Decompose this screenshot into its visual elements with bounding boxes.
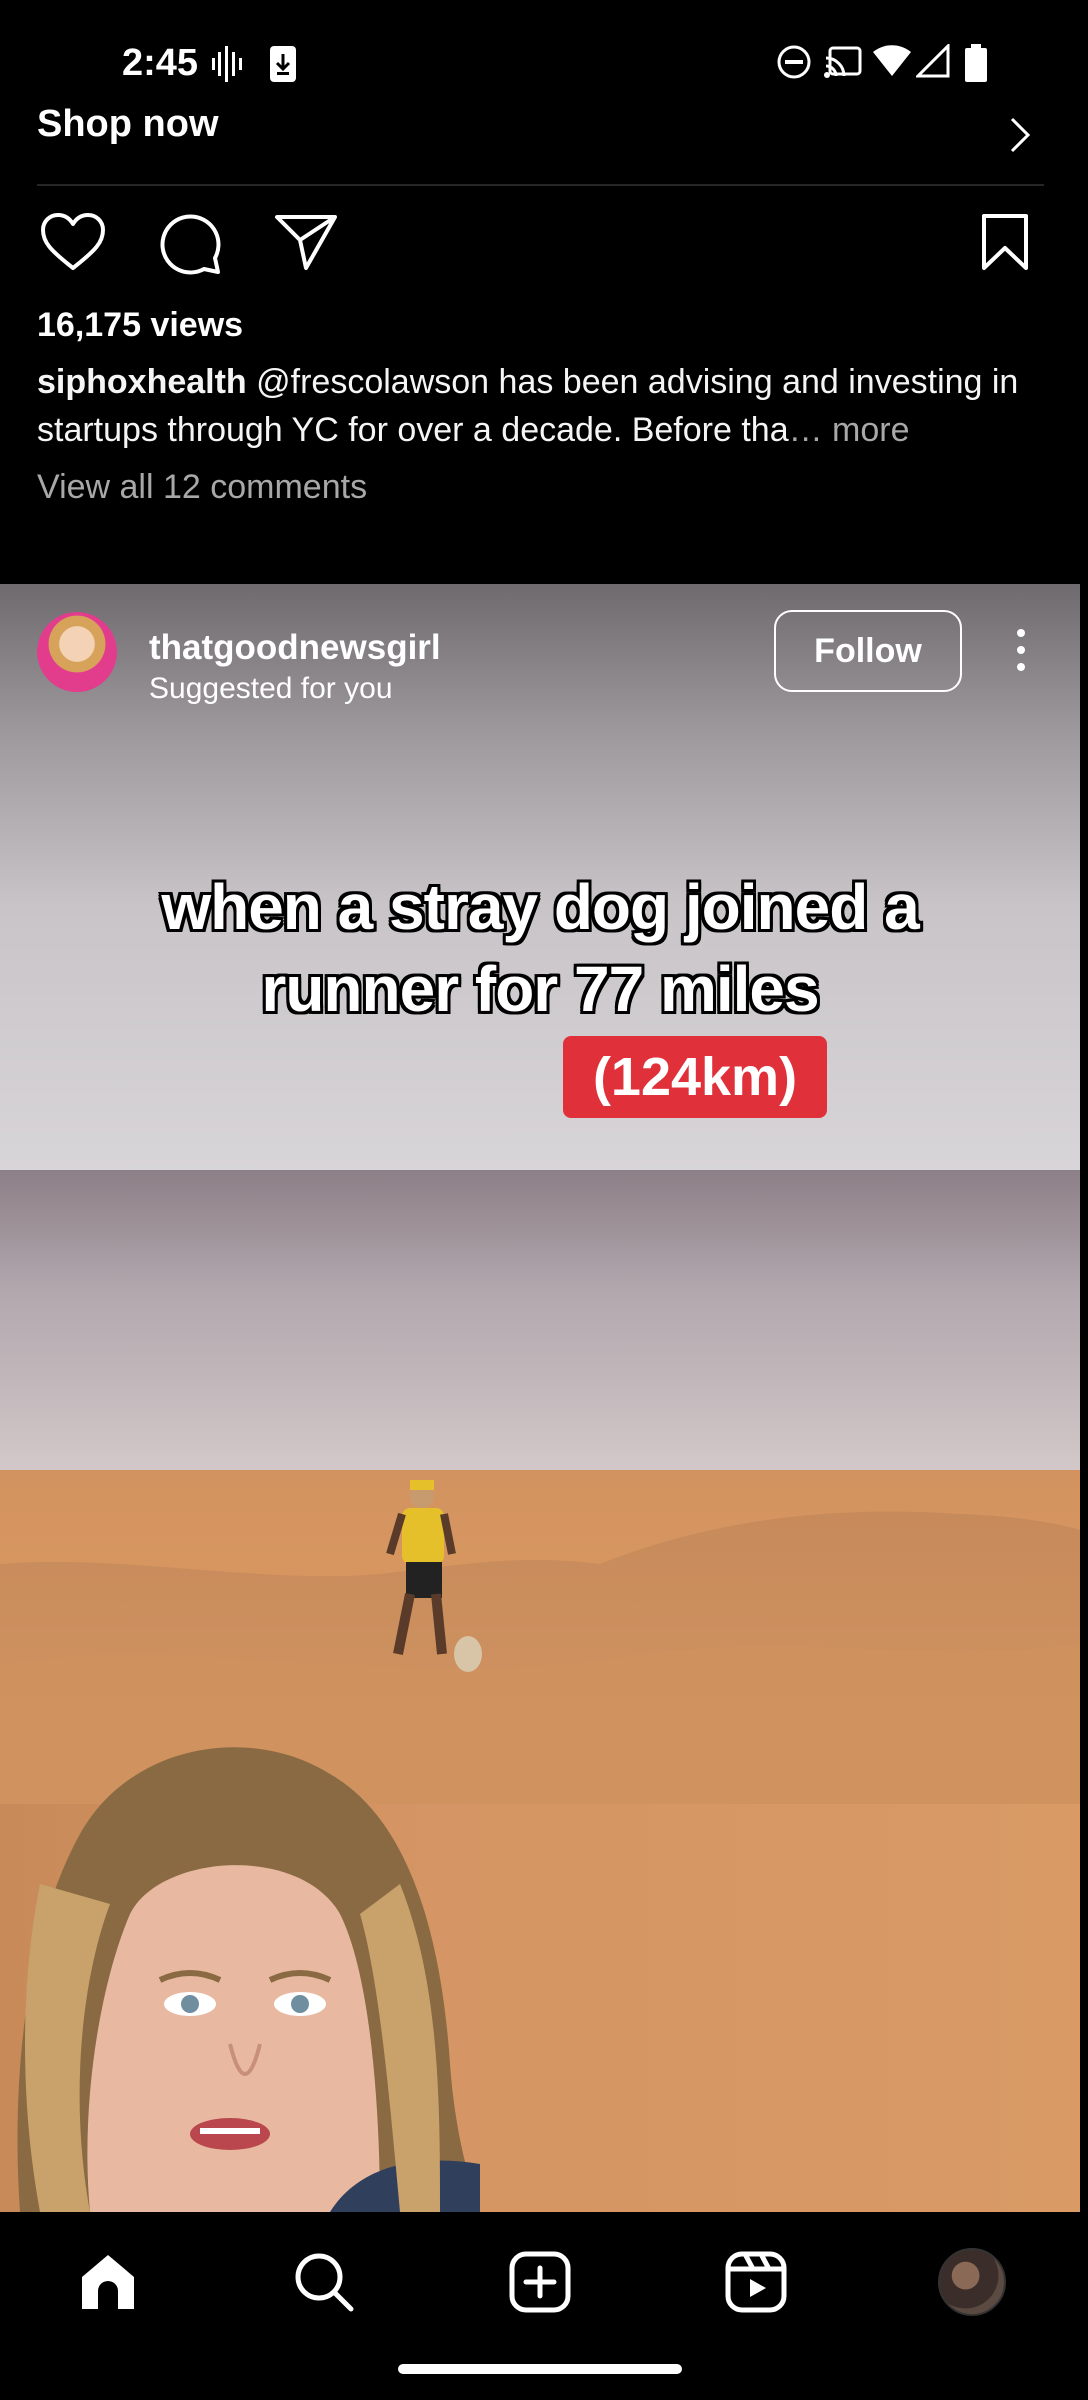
divider: [37, 184, 1044, 186]
presenter-face-image: [17, 1747, 480, 2212]
comment-icon[interactable]: [158, 212, 222, 276]
nav-search[interactable]: [284, 2242, 364, 2322]
create-icon: [509, 2251, 571, 2313]
overlay-line-1: when a stray dog joined a: [161, 871, 919, 943]
status-time: 2:45: [122, 42, 199, 84]
overlay-line-2: runner for 77 miles: [261, 953, 819, 1025]
more-options-icon[interactable]: [1006, 624, 1036, 680]
share-send-icon[interactable]: [274, 212, 338, 272]
chevron-right-icon: [1010, 117, 1031, 153]
nav-create[interactable]: [500, 2242, 580, 2322]
vibrate-icon: [212, 46, 242, 82]
dnd-icon: [777, 45, 811, 79]
nav-home[interactable]: [68, 2242, 148, 2322]
view-comments-link[interactable]: View all 12 comments: [37, 468, 367, 507]
caption-username[interactable]: siphoxhealth: [37, 363, 247, 401]
distance-badge: (124km): [563, 1036, 827, 1118]
nav-profile[interactable]: [932, 2242, 1012, 2322]
suggested-post: thatgoodnewsgirl Suggested for you Follo…: [0, 584, 1080, 2212]
caption-more-link[interactable]: more: [823, 411, 909, 449]
download-icon: [270, 46, 296, 82]
follow-button[interactable]: Follow: [774, 610, 962, 692]
post-caption: siphoxhealth @frescolawson has been advi…: [37, 358, 1047, 454]
view-count: 16,175 views: [37, 306, 244, 344]
video-overlay-caption: when a stray dog joined a runner for 77 …: [0, 866, 1080, 1030]
post-author-avatar[interactable]: [37, 612, 117, 692]
shop-now-row[interactable]: Shop now: [0, 105, 1088, 185]
home-indicator[interactable]: [398, 2364, 682, 2374]
shop-now-label: Shop now: [37, 105, 219, 145]
reels-icon: [725, 2251, 787, 2313]
cast-icon: [824, 46, 862, 78]
post-username[interactable]: thatgoodnewsgirl: [149, 628, 441, 668]
video-sky: [0, 1170, 1080, 1470]
battery-icon: [965, 44, 987, 82]
post-actions: [0, 212, 1088, 282]
signal-icon: [916, 44, 950, 78]
home-icon: [82, 2255, 134, 2309]
wifi-icon: [873, 45, 911, 76]
runner-figure-image: [386, 1480, 482, 1672]
post-subtitle: Suggested for you: [149, 672, 393, 705]
caption-ellipsis: …: [788, 411, 823, 449]
nav-reels[interactable]: [716, 2242, 796, 2322]
save-bookmark-icon[interactable]: [980, 212, 1030, 272]
search-icon: [295, 2253, 354, 2312]
like-heart-icon[interactable]: [40, 212, 106, 272]
profile-avatar: [938, 2248, 1006, 2316]
